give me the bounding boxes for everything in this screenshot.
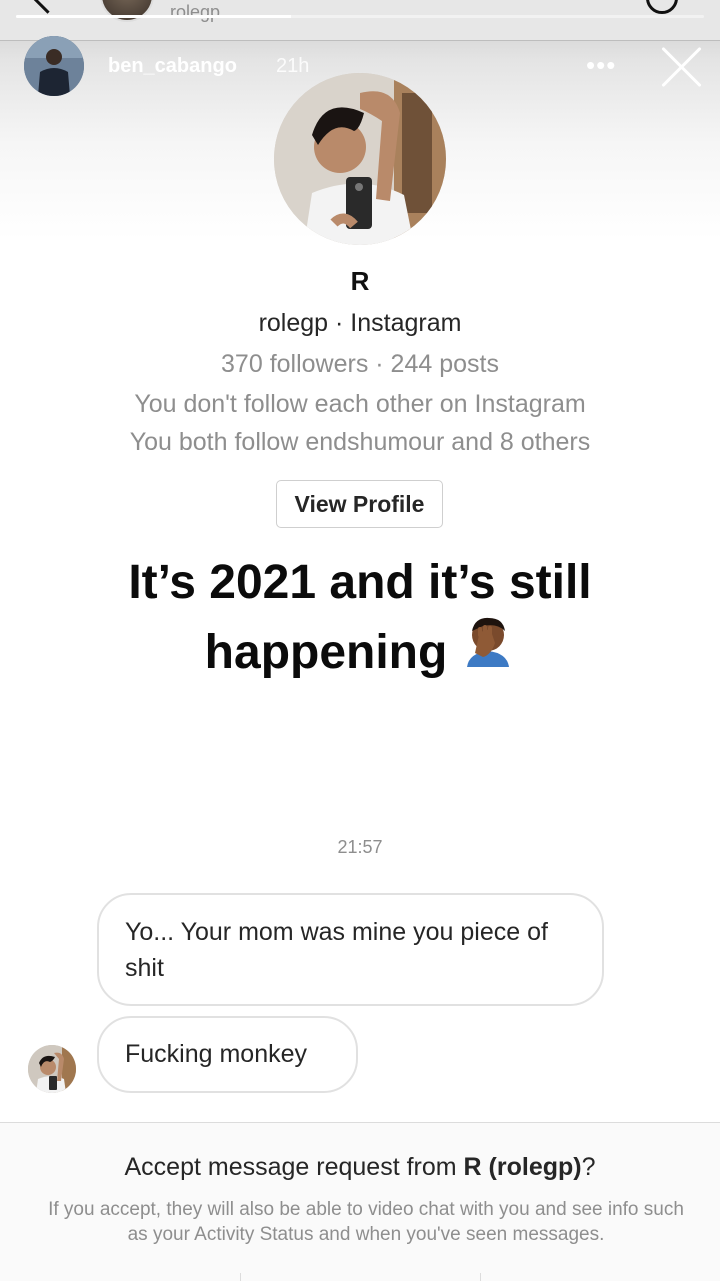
message-timestamp: 21:57	[337, 837, 383, 857]
sender-photo-image	[28, 1045, 76, 1093]
view-profile-button[interactable]: View Profile	[276, 480, 443, 528]
message-request-panel: Accept message request from R (rolegp)? …	[0, 1122, 720, 1281]
caption-line-2-wrap: happening	[0, 618, 720, 688]
story-username[interactable]: ben_cabango	[108, 55, 237, 78]
request-title-prefix: Accept message request from	[124, 1153, 464, 1181]
message-bubble[interactable]: Fucking monkey	[97, 1016, 358, 1093]
back-chevron-icon[interactable]	[31, 0, 64, 14]
message-request-title: Accept message request from R (rolegp)?	[0, 1153, 720, 1182]
story-progress-bar	[16, 15, 704, 18]
close-icon[interactable]	[660, 46, 702, 88]
follow-status-text: You don't follow each other on Instagram	[134, 390, 586, 418]
story-progress-fill	[16, 15, 292, 18]
request-title-suffix: ?	[581, 1153, 596, 1181]
message-request-note: If you accept, they will also be able to…	[48, 1199, 684, 1245]
background-chat-avatar	[100, 0, 154, 22]
person-avatar-icon	[24, 36, 84, 96]
story-user-avatar[interactable]	[24, 36, 84, 96]
story-time-ago: 21h	[276, 55, 310, 77]
mutual-followers-text: You both follow endshumour and 8 others	[129, 428, 591, 456]
profile-stats: 370 followers · 244 posts	[221, 350, 499, 378]
profile-name: R	[350, 266, 370, 296]
request-sender-name: R (rolegp)	[463, 1153, 582, 1181]
sender-avatar[interactable]	[28, 1045, 76, 1093]
profile-photo[interactable]	[274, 73, 446, 245]
background-chat-username: rolegp	[170, 2, 221, 22]
caption-line-2: happening	[204, 626, 448, 679]
profile-selfie-image	[274, 73, 446, 245]
info-icon[interactable]	[646, 0, 678, 14]
story-caption: It’s 2021 and it’s still happening	[0, 548, 720, 688]
message-bubble[interactable]: Yo... Your mom was mine you piece of shi…	[97, 893, 604, 1006]
caption-line-1: It’s 2021 and it’s still	[128, 556, 592, 609]
face-palm-emoji-icon	[461, 613, 515, 687]
background-chat-header: rolegp	[0, 0, 720, 41]
profile-handle: rolegp · Instagram	[258, 309, 462, 337]
more-options-button[interactable]: •••	[586, 52, 626, 78]
